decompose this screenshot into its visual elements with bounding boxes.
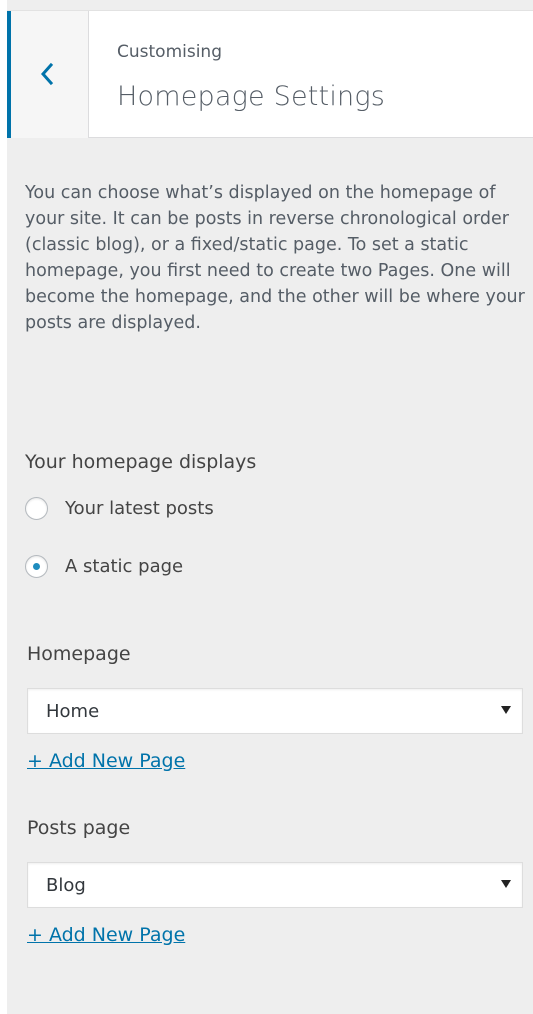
page-title: Homepage Settings bbox=[117, 81, 386, 112]
posts-page-select-value: Blog bbox=[46, 875, 86, 896]
dropdown-arrow-icon bbox=[501, 706, 511, 714]
posts-page-select[interactable]: Blog bbox=[27, 862, 523, 908]
dropdown-arrow-icon bbox=[501, 880, 511, 888]
radio-button-latest-posts[interactable] bbox=[25, 496, 48, 520]
back-button[interactable] bbox=[7, 11, 89, 138]
homepage-select[interactable]: Home bbox=[27, 688, 523, 734]
homepage-displays-title: Your homepage displays bbox=[25, 451, 257, 473]
posts-page-label: Posts page bbox=[27, 817, 131, 839]
radio-option-static-page[interactable]: A static page bbox=[25, 552, 183, 580]
breadcrumb: Customising bbox=[117, 42, 222, 62]
add-new-page-link-homepage[interactable]: + Add New Page bbox=[27, 750, 185, 772]
homepage-select-value: Home bbox=[46, 701, 100, 722]
chevron-left-icon bbox=[40, 62, 54, 86]
radio-label-static-page: A static page bbox=[65, 555, 184, 577]
radio-button-static-page[interactable] bbox=[25, 554, 48, 578]
section-description: You can choose what’s displayed on the h… bbox=[25, 183, 525, 333]
section-header: Customising Homepage Settings bbox=[7, 10, 533, 138]
homepage-label: Homepage bbox=[27, 643, 131, 665]
radio-option-latest-posts[interactable]: Your latest posts bbox=[25, 494, 214, 522]
add-new-page-link-posts[interactable]: + Add New Page bbox=[27, 924, 185, 946]
customizer-panel: Customising Homepage Settings You can ch… bbox=[7, 0, 533, 1014]
radio-label-latest-posts: Your latest posts bbox=[65, 497, 214, 519]
